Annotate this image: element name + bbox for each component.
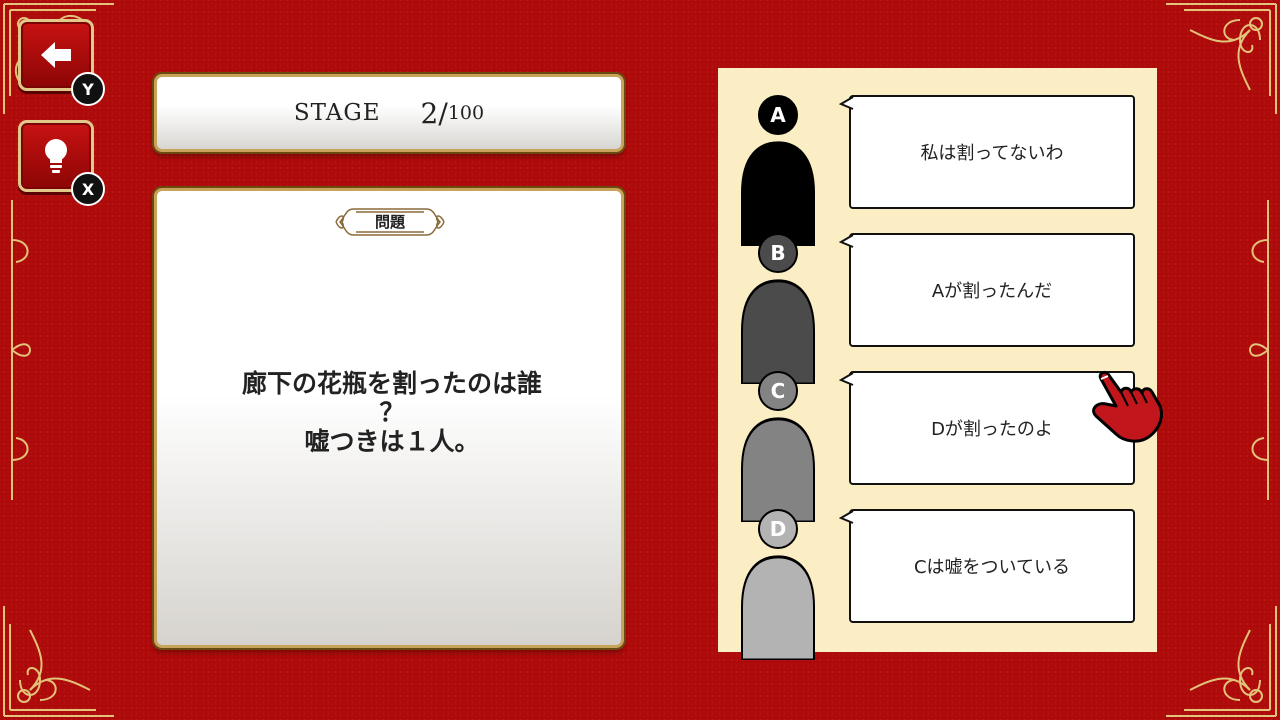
arrow-left-icon <box>41 42 71 68</box>
corner-ornament <box>0 602 118 720</box>
suspect-a: A 私は割ってないわ <box>718 68 1157 246</box>
stage-total: 100 <box>447 102 485 124</box>
y-button-badge: Y <box>71 72 105 106</box>
side-ornament <box>1238 200 1278 500</box>
stage-current: 2 <box>420 96 439 130</box>
question-panel: 問題 廊下の花瓶を割ったのは誰 ？ 嘘つきは１人。 <box>154 188 624 648</box>
suspect-letter-badge: C <box>758 371 798 411</box>
statement-text: Cは嘘をついている <box>913 557 1071 578</box>
stage-label: STAGE <box>293 100 381 126</box>
suspect-letter-badge: B <box>758 233 798 273</box>
question-header-label: 問題 <box>374 213 405 231</box>
question-line-1: 廊下の花瓶を割ったのは誰 <box>241 369 542 398</box>
question-text: 廊下の花瓶を割ったのは誰 ？ 嘘つきは１人。 <box>197 369 587 456</box>
stage-panel: STAGE 2/100 <box>154 74 624 152</box>
person-silhouette-icon <box>741 555 815 660</box>
question-line-2: ？ <box>379 398 405 427</box>
suspect-b: B Aが割ったんだ <box>718 206 1157 384</box>
suspect-d: D Cは嘘をついている <box>718 482 1157 660</box>
statement-bubble-b[interactable]: Aが割ったんだ <box>839 233 1135 347</box>
stage-separator: / <box>438 96 448 130</box>
statement-bubble-a[interactable]: 私は割ってないわ <box>839 95 1135 209</box>
suspect-letter-badge: A <box>758 95 798 135</box>
pointer-hand-icon <box>1092 370 1164 443</box>
x-button-badge: X <box>71 172 105 206</box>
lightbulb-icon <box>45 139 67 173</box>
suspects-panel: A 私は割ってないわ B Aが割ったんだ C Dが割ったのよ D Cは嘘をついて… <box>718 68 1157 660</box>
question-line-3: 嘘つきは１人。 <box>304 427 480 456</box>
side-ornament <box>2 200 42 500</box>
statement-text: Dが割ったのよ <box>931 419 1053 440</box>
statement-text: Aが割ったんだ <box>931 281 1053 302</box>
question-header: 問題 <box>334 205 446 239</box>
statement-bubble-d[interactable]: Cは嘘をついている <box>839 509 1135 623</box>
suspect-letter-badge: D <box>758 509 798 549</box>
corner-ornament <box>1162 0 1280 118</box>
statement-text: 私は割ってないわ <box>920 143 1064 164</box>
corner-ornament <box>1162 602 1280 720</box>
